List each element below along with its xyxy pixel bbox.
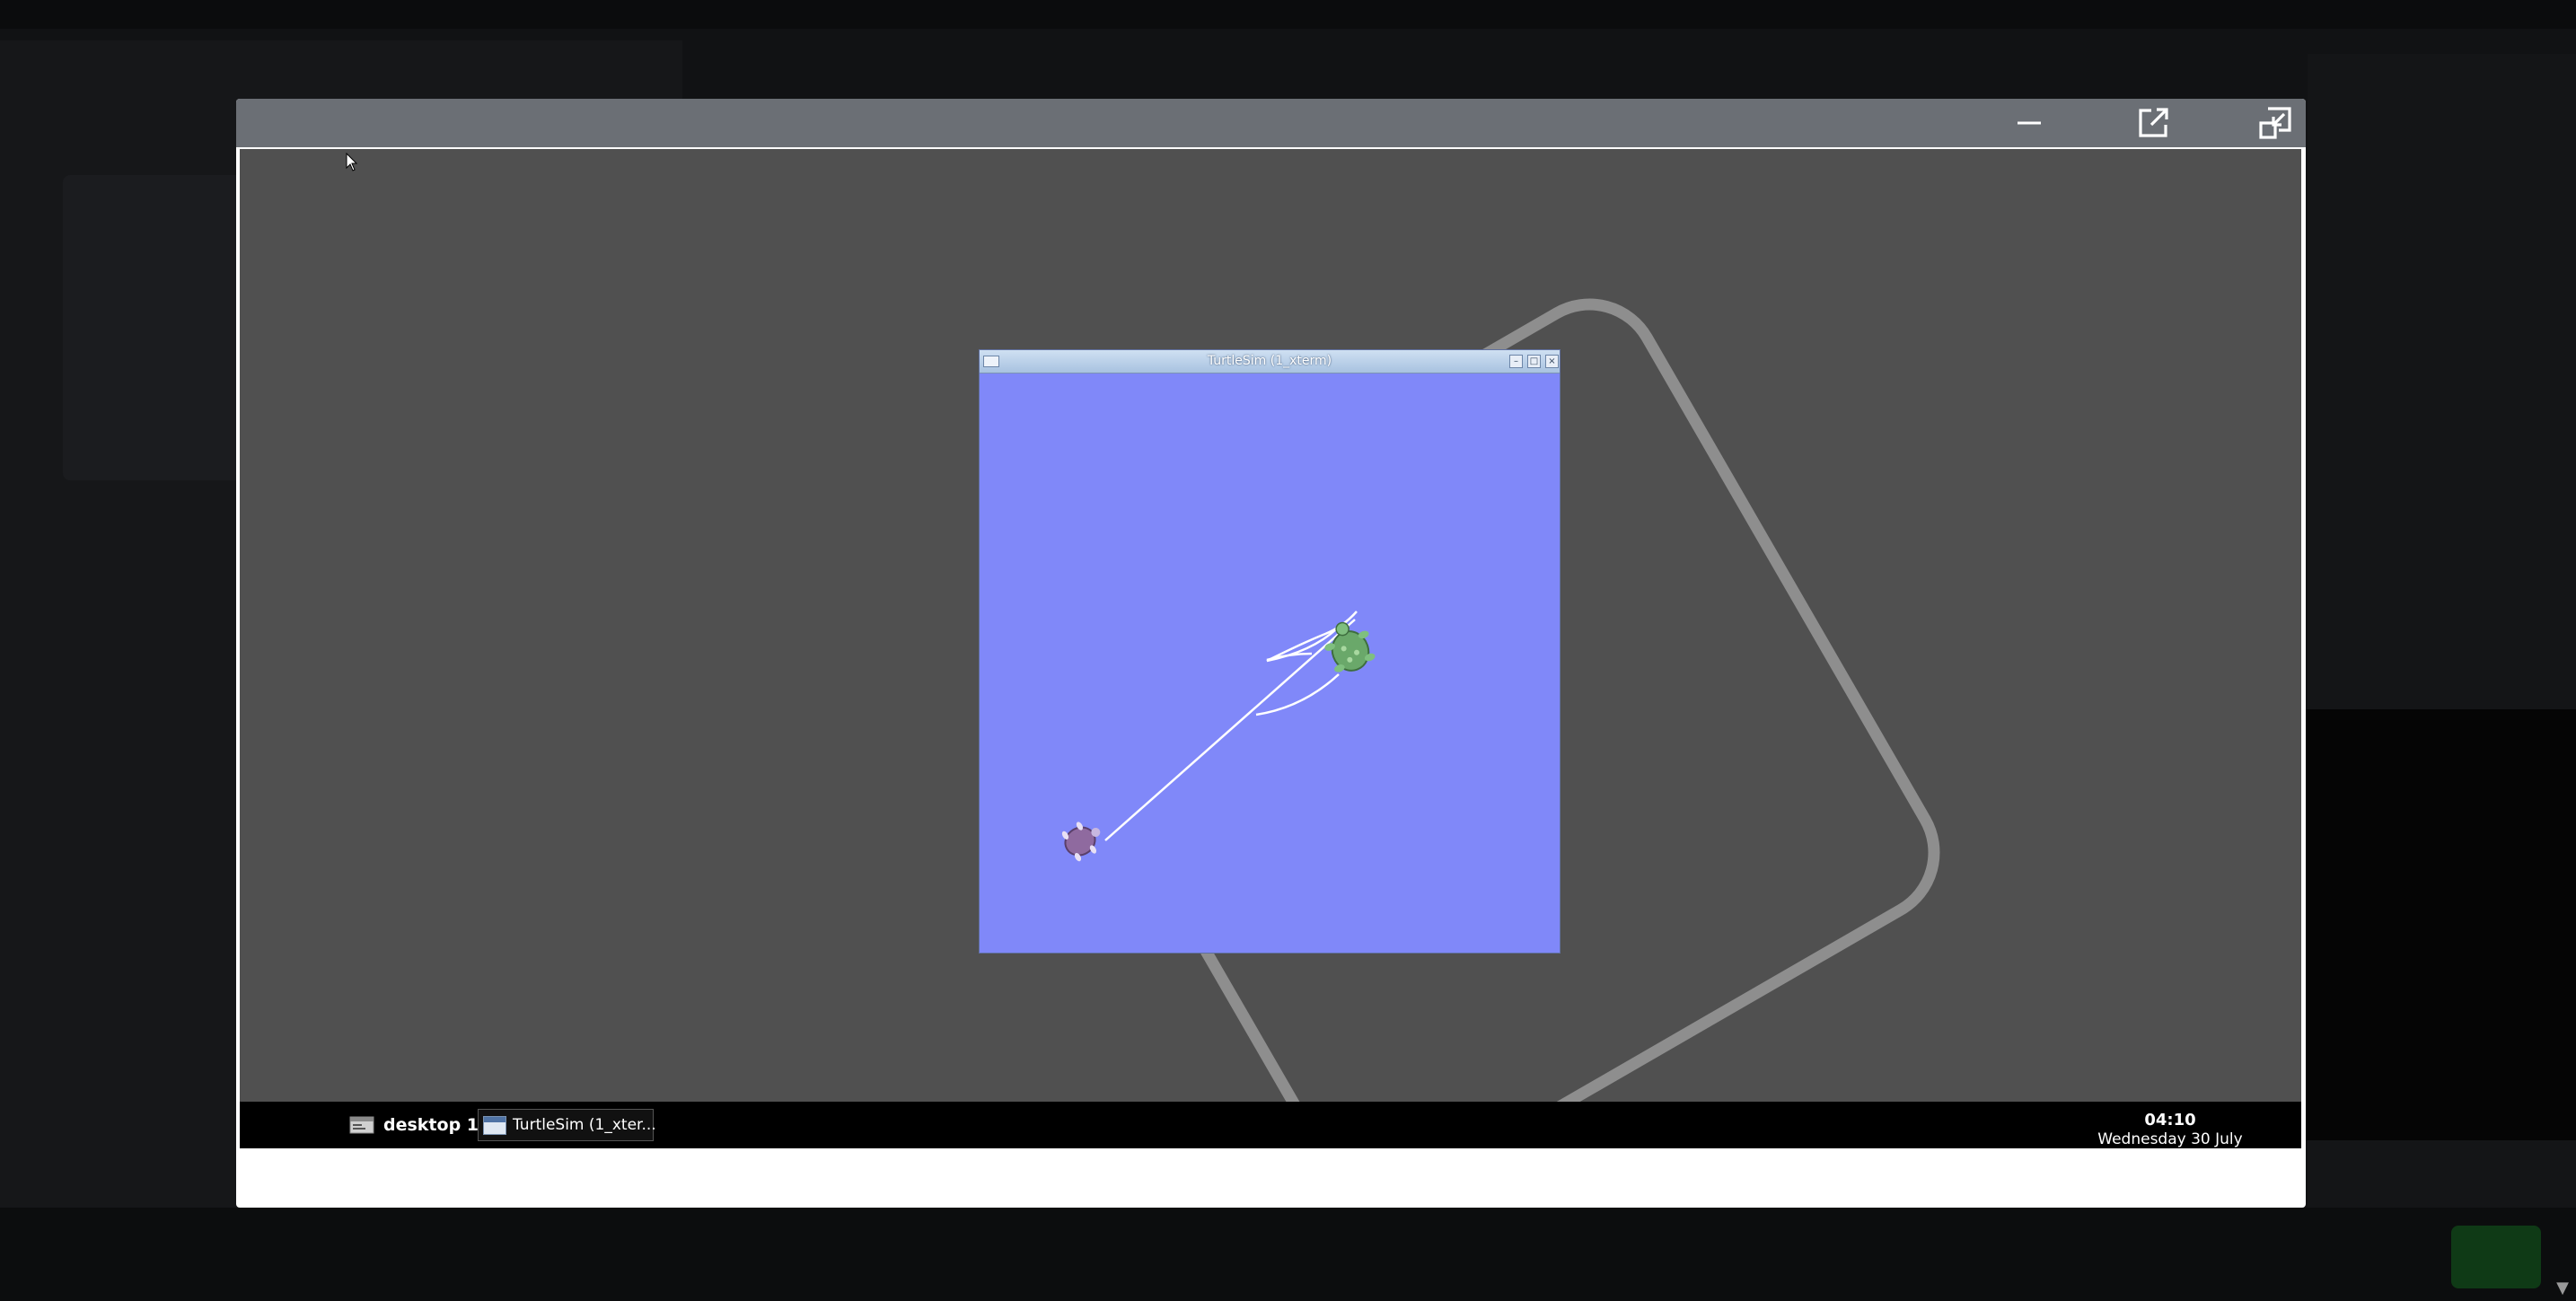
taskbar-task-turtlesim[interactable]: TurtleSim (1_xter... — [478, 1109, 656, 1141]
turtlesim-title-bar[interactable]: TurtleSim (1_xterm) – □ × — [980, 350, 1560, 374]
mouse-cursor-icon — [346, 153, 358, 171]
remote-taskbar: desktop 1 TurtleSim (1_xter... 04:10 Wed… — [240, 1102, 2301, 1148]
open-in-new-window-icon — [2139, 108, 2168, 137]
remote-desktop-modal: TurtleSim (1_xterm) – □ × desktop 1 Turt… — [236, 99, 2306, 1208]
background-bottom-bar — [0, 1208, 2576, 1301]
turtlesim-window[interactable]: TurtleSim (1_xterm) – □ × — [980, 350, 1560, 953]
turtlesim-window-title: TurtleSim (1_xterm) — [1207, 354, 1332, 368]
turtlesim-canvas[interactable] — [980, 374, 1560, 953]
remote-desktop-screen[interactable]: TurtleSim (1_xterm) – □ × desktop 1 Turt… — [240, 149, 2301, 1148]
taskbar-clock: 04:10 Wednesday 30 July — [2035, 1111, 2301, 1148]
restore-window-button[interactable] — [2255, 102, 2296, 144]
background-terminal-panel — [2303, 709, 2576, 1140]
window-maximize-icon[interactable]: □ — [1527, 355, 1541, 368]
taskbar-task-label: TurtleSim (1_xter... — [513, 1116, 656, 1134]
clock-date: Wednesday 30 July — [2097, 1130, 2243, 1148]
clock-time: 04:10 — [2144, 1111, 2196, 1130]
minimize-button[interactable] — [2009, 102, 2050, 144]
desktop-label[interactable]: desktop 1 — [383, 1115, 479, 1135]
background-green-button — [2451, 1226, 2541, 1288]
modal-header — [236, 99, 2306, 147]
window-close-icon[interactable]: × — [1545, 355, 1559, 368]
application-window-icon — [483, 1116, 506, 1135]
restore-window-icon — [2259, 107, 2291, 139]
minimize-icon — [2018, 121, 2041, 125]
desktop-switcher-icon[interactable] — [349, 1115, 374, 1135]
background-top-bar — [0, 0, 2576, 29]
scroll-down-arrow-icon[interactable]: ▼ — [2556, 1279, 2569, 1297]
window-minimize-icon[interactable]: – — [1509, 355, 1523, 368]
open-in-new-window-button[interactable] — [2132, 102, 2174, 144]
